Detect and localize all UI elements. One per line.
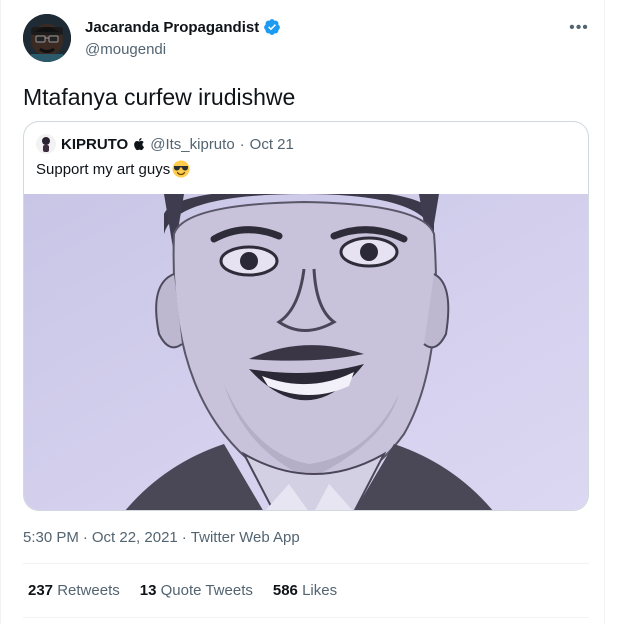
- engagement-stats: 237 Retweets 13 Quote Tweets 586 Likes: [28, 582, 337, 599]
- cartoon-avatar-icon: [23, 14, 71, 62]
- likes-stat[interactable]: 586 Likes: [273, 582, 337, 599]
- divider: [23, 563, 589, 564]
- quoted-tweet-date[interactable]: Oct 21: [250, 136, 294, 153]
- tweet-date[interactable]: Oct 22, 2021: [92, 529, 178, 546]
- retweets-stat[interactable]: 237 Retweets: [28, 582, 120, 599]
- quoted-tweet-text: Support my art guys: [36, 160, 171, 178]
- likes-label: Likes: [302, 582, 338, 599]
- separator-dot: ·: [239, 135, 245, 153]
- verified-badge-icon: [264, 19, 281, 35]
- separator-dot: ·: [181, 529, 187, 546]
- quote-tweets-stat[interactable]: 13 Quote Tweets: [140, 582, 253, 599]
- quote-tweets-label: Quote Tweets: [160, 582, 253, 599]
- quoted-author-handle[interactable]: @Its_kipruto: [150, 136, 234, 153]
- quoted-tweet-header: KIPRUTO @Its_kipruto · Oct 21: [36, 134, 294, 154]
- author-handle[interactable]: @mougendi: [85, 41, 166, 58]
- author-name[interactable]: Jacaranda Propagandist: [85, 19, 259, 36]
- tweet-meta: 5:30 PM · Oct 22, 2021 · Twitter Web App: [23, 529, 300, 546]
- retweets-label: Retweets: [57, 582, 120, 599]
- tweet-source[interactable]: Twitter Web App: [191, 529, 300, 546]
- quote-tweets-count: 13: [139, 582, 157, 599]
- more-options-icon[interactable]: •••: [567, 18, 591, 38]
- quoted-author-name[interactable]: KIPRUTO: [61, 136, 128, 153]
- pencil-portrait-image: [24, 189, 588, 510]
- author-name-row[interactable]: Jacaranda Propagandist: [85, 18, 281, 36]
- person-avatar-icon: [36, 134, 56, 154]
- separator-dot: ·: [82, 529, 88, 546]
- tweet-time[interactable]: 5:30 PM: [23, 529, 79, 546]
- likes-count: 586: [272, 582, 298, 599]
- tweet-text: Mtafanya curfew irudishwe: [23, 84, 296, 110]
- smiling-face-with-sunglasses-icon: [172, 160, 190, 178]
- author-avatar[interactable]: [23, 14, 71, 62]
- quoted-author-avatar[interactable]: [36, 134, 56, 154]
- quoted-tweet-text-row: Support my art guys: [36, 160, 190, 178]
- apple-icon: [134, 138, 145, 151]
- quoted-tweet[interactable]: KIPRUTO @Its_kipruto · Oct 21 Support my…: [23, 121, 589, 511]
- quoted-tweet-image[interactable]: [24, 189, 588, 510]
- tweet-detail: Jacaranda Propagandist @mougendi ••• Mta…: [0, 0, 605, 624]
- divider: [23, 617, 589, 618]
- retweets-count: 237: [28, 582, 54, 599]
